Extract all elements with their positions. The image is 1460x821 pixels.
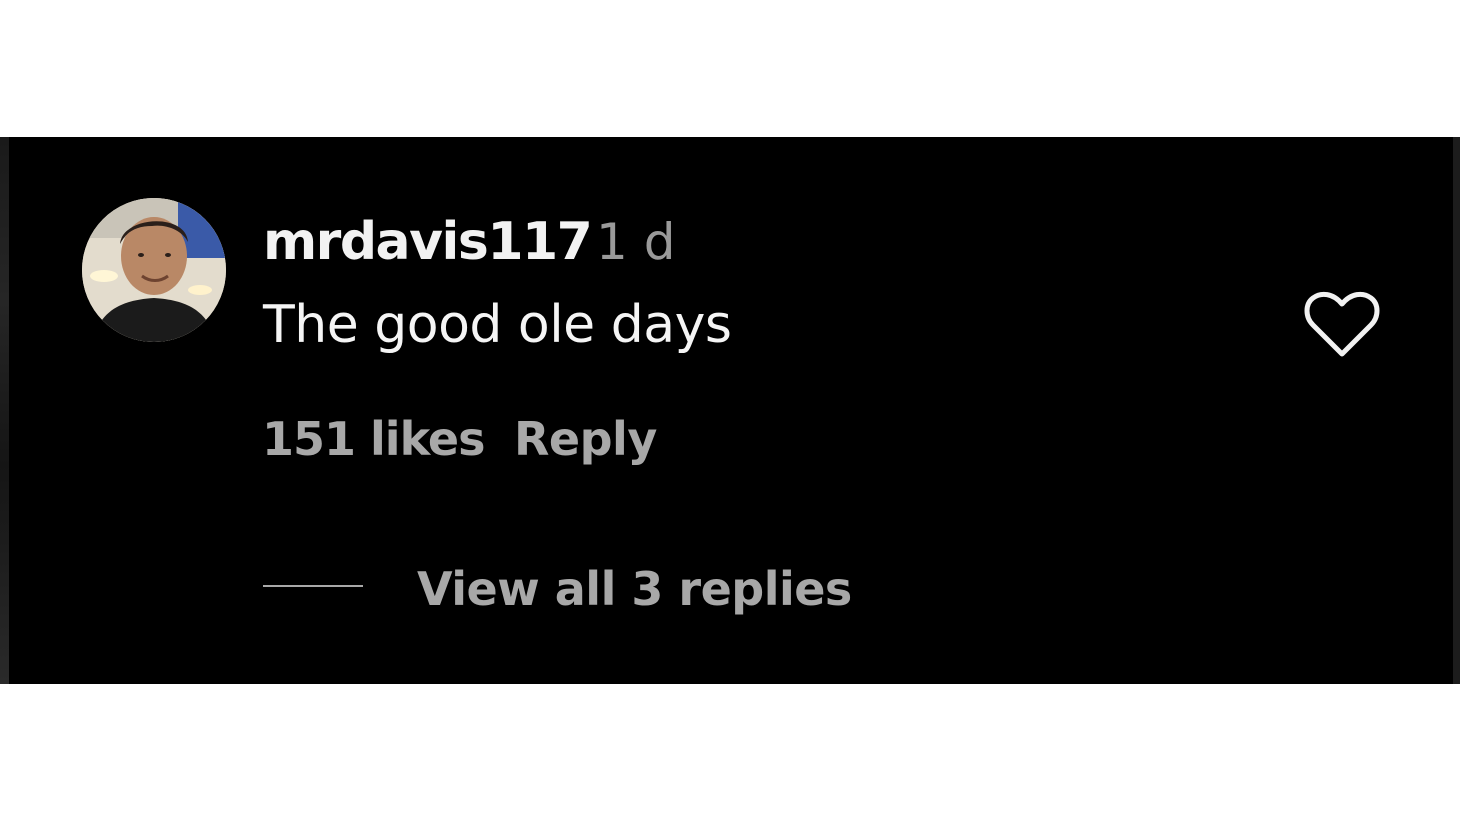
likes-count[interactable]: 151 likes xyxy=(262,409,486,469)
replies-divider-line xyxy=(263,585,363,587)
view-replies-button[interactable]: View all 3 replies xyxy=(417,559,852,619)
comment-timestamp: 1 d xyxy=(596,213,676,271)
like-button[interactable] xyxy=(1303,290,1381,360)
left-edge xyxy=(0,137,9,684)
reply-button[interactable]: Reply xyxy=(514,409,657,469)
avatar[interactable] xyxy=(82,198,226,342)
comment-username[interactable]: mrdavis117 xyxy=(263,211,593,273)
right-edge xyxy=(1453,137,1460,684)
avatar-photo xyxy=(82,198,226,342)
comment-panel: mrdavis117 1 d The good ole days 151 lik… xyxy=(0,137,1460,684)
comment-text: The good ole days xyxy=(263,295,732,355)
heart-outline-icon xyxy=(1304,291,1380,357)
